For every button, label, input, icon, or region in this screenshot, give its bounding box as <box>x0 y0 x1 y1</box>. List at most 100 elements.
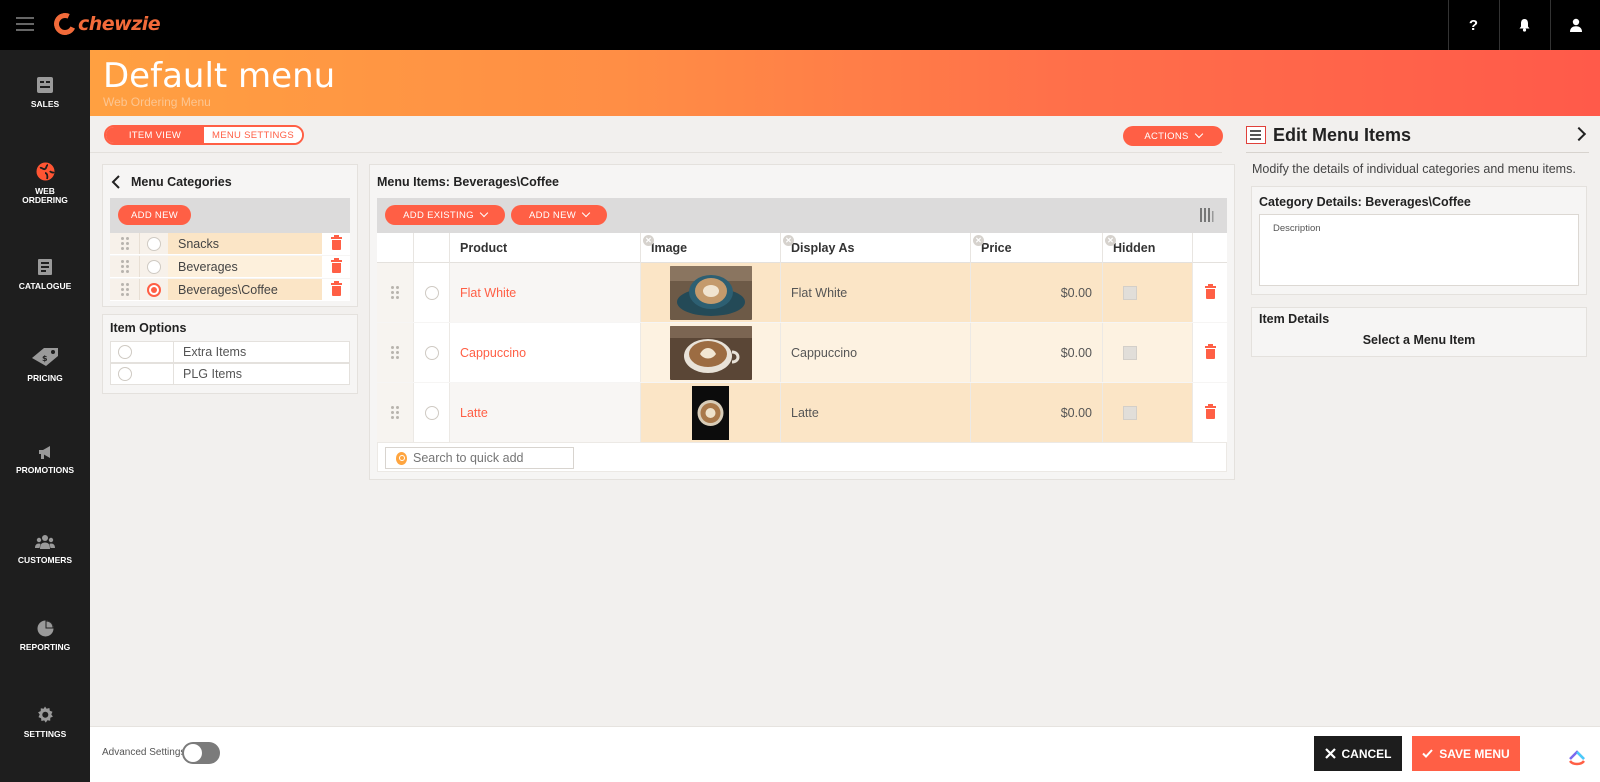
chevron-down-icon <box>581 208 591 218</box>
trash-icon[interactable] <box>1204 344 1216 359</box>
hamburger-menu-icon[interactable] <box>16 17 34 31</box>
chevron-right-icon[interactable] <box>1571 126 1587 142</box>
header-display-as[interactable]: Display As ✕ <box>780 233 970 263</box>
remove-column-icon[interactable]: ✕ <box>1105 235 1116 246</box>
quick-add-input[interactable] <box>413 451 573 465</box>
category-radio-selected[interactable] <box>147 282 161 297</box>
back-chevron-icon[interactable] <box>111 175 121 189</box>
remove-column-icon[interactable]: ✕ <box>973 235 984 246</box>
category-row[interactable]: Beverages <box>110 256 350 278</box>
header-image[interactable]: Image ✕ <box>640 233 780 263</box>
nav-promotions[interactable]: PROMOTIONS <box>0 444 90 475</box>
actions-button[interactable]: ACTIONS <box>1123 126 1223 146</box>
view-toggle: ITEM VIEW MENU SETTINGS <box>104 125 304 145</box>
user-profile-button[interactable] <box>1550 0 1600 50</box>
nav-web-ordering[interactable]: WEB ORDERING <box>0 162 90 205</box>
page-title: Default menu <box>103 56 336 96</box>
cancel-button[interactable]: CANCEL <box>1314 736 1402 771</box>
product-link[interactable]: Cappuccino <box>449 323 640 382</box>
hidden-checkbox[interactable] <box>1123 285 1137 300</box>
nav-promotions-label: PROMOTIONS <box>15 465 75 475</box>
drag-handle-icon[interactable] <box>110 279 139 300</box>
category-details-title: Category Details: Beverages\Coffee <box>1259 195 1471 209</box>
item-option-radio[interactable] <box>118 367 132 381</box>
trash-icon[interactable] <box>330 281 342 296</box>
hidden-checkbox[interactable] <box>1123 345 1137 360</box>
drag-handle-icon[interactable] <box>377 323 413 382</box>
product-image-cell[interactable] <box>640 383 780 442</box>
table-row[interactable]: Flat White Flat White $0.00 <box>377 263 1227 322</box>
help-button[interactable]: ? <box>1448 0 1498 50</box>
item-option-name: PLG Items <box>183 367 243 381</box>
price-cell[interactable]: $0.00 <box>970 383 1102 442</box>
trash-icon[interactable] <box>330 258 342 273</box>
header-hidden[interactable]: Hidden ✕ <box>1102 233 1192 263</box>
tab-menu-settings[interactable]: MENU SETTINGS <box>204 127 302 143</box>
drag-handle-icon[interactable] <box>110 233 139 254</box>
drag-handle-icon[interactable] <box>377 263 413 322</box>
add-existing-button[interactable]: ADD EXISTING <box>385 205 505 225</box>
remove-column-icon[interactable]: ✕ <box>643 235 654 246</box>
flat-white-photo <box>669 265 752 320</box>
hidden-checkbox[interactable] <box>1123 405 1137 420</box>
drag-handle-icon[interactable] <box>377 383 413 442</box>
row-select-radio[interactable] <box>424 285 439 300</box>
advanced-settings-toggle[interactable] <box>182 742 220 764</box>
remove-column-icon[interactable]: ✕ <box>783 235 794 246</box>
table-row[interactable]: Cappuccino Cappuccino $0.00 <box>377 323 1227 382</box>
nav-settings-label: SETTINGS <box>23 729 67 739</box>
trash-icon[interactable] <box>330 235 342 250</box>
list-icon <box>1246 126 1266 144</box>
product-link[interactable]: Flat White <box>449 263 640 322</box>
description-placeholder: Description <box>1273 223 1321 234</box>
nav-settings[interactable]: SETTINGS <box>0 706 90 739</box>
category-radio[interactable] <box>147 259 161 274</box>
item-option-row[interactable]: Extra Items <box>110 341 350 363</box>
nav-catalogue[interactable]: CATALOGUE <box>0 258 90 291</box>
nav-sales-label: SALES <box>30 99 60 109</box>
display-as-cell[interactable]: Flat White <box>780 263 970 322</box>
item-option-row[interactable]: PLG Items <box>110 363 350 385</box>
assistant-widget-icon[interactable] <box>1567 746 1587 766</box>
nav-catalogue-label: CATALOGUE <box>18 281 72 291</box>
header-price[interactable]: Price ✕ <box>970 233 1102 263</box>
brand-logo[interactable]: chewzie <box>50 9 161 39</box>
save-menu-label: SAVE MENU <box>1439 746 1510 761</box>
nav-reporting[interactable]: REPORTING <box>0 620 90 652</box>
trash-icon[interactable] <box>1204 404 1216 419</box>
nav-customers[interactable]: CUSTOMERS <box>0 534 90 565</box>
product-image-cell[interactable] <box>640 323 780 382</box>
description-field[interactable]: Description <box>1259 214 1579 286</box>
category-radio[interactable] <box>147 236 161 251</box>
price-tag-icon: $ <box>32 348 58 366</box>
price-cell[interactable]: $0.00 <box>970 323 1102 382</box>
row-select-radio[interactable] <box>424 405 439 420</box>
product-image-cell[interactable] <box>640 263 780 322</box>
trash-icon[interactable] <box>1204 284 1216 299</box>
drag-handle-icon[interactable] <box>110 256 139 277</box>
megaphone-icon <box>39 446 50 459</box>
search-icon <box>396 451 407 465</box>
price-cell[interactable]: $0.00 <box>970 263 1102 322</box>
display-as-cell[interactable]: Latte <box>780 383 970 442</box>
item-option-radio[interactable] <box>118 345 132 359</box>
nav-sales[interactable]: SALES <box>0 76 90 109</box>
category-row[interactable]: Snacks <box>110 233 350 255</box>
row-select-radio[interactable] <box>424 345 439 360</box>
notifications-button[interactable] <box>1499 0 1549 50</box>
table-row[interactable]: Latte Latte $0.00 <box>377 383 1227 442</box>
add-new-item-button[interactable]: ADD NEW <box>511 205 607 225</box>
nav-reporting-label: REPORTING <box>19 642 71 652</box>
add-category-button[interactable]: ADD NEW <box>118 205 191 225</box>
svg-text:$: $ <box>42 354 48 363</box>
product-link[interactable]: Latte <box>449 383 640 442</box>
header-product[interactable]: Product <box>449 233 640 263</box>
display-as-cell[interactable]: Cappuccino <box>780 323 970 382</box>
save-menu-button[interactable]: SAVE MENU <box>1412 736 1520 771</box>
tab-item-view[interactable]: ITEM VIEW <box>106 127 204 143</box>
category-row-selected[interactable]: Beverages\Coffee <box>110 279 350 301</box>
nav-pricing[interactable]: $ PRICING <box>0 346 90 383</box>
logo-c-icon <box>50 9 80 39</box>
quick-add-search[interactable] <box>385 447 574 469</box>
column-chooser-icon[interactable] <box>1199 207 1215 223</box>
